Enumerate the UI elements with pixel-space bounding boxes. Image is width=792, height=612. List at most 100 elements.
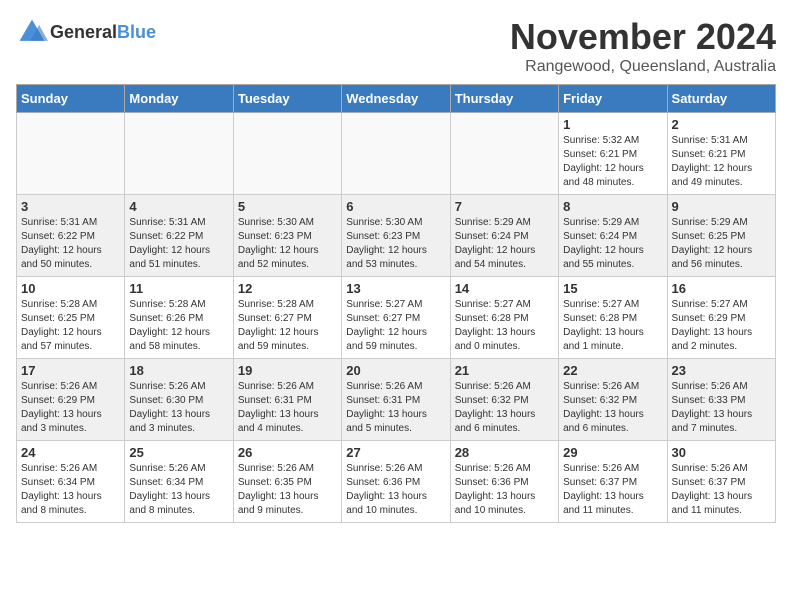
calendar-cell [233, 113, 341, 195]
day-number: 9 [672, 199, 771, 214]
day-number: 20 [346, 363, 445, 378]
day-number: 1 [563, 117, 662, 132]
day-number: 15 [563, 281, 662, 296]
day-info: Sunrise: 5:28 AM Sunset: 6:27 PM Dayligh… [238, 298, 337, 354]
day-info: Sunrise: 5:26 AM Sunset: 6:37 PM Dayligh… [563, 462, 662, 518]
day-number: 12 [238, 281, 337, 296]
header: GeneralBlue November 2024 Rangewood, Que… [16, 16, 776, 76]
day-info: Sunrise: 5:26 AM Sunset: 6:29 PM Dayligh… [21, 380, 120, 436]
day-info: Sunrise: 5:27 AM Sunset: 6:29 PM Dayligh… [672, 298, 771, 354]
calendar-cell: 14Sunrise: 5:27 AM Sunset: 6:28 PM Dayli… [450, 277, 558, 359]
calendar-cell: 12 Sunrise: 5:28 AM Sunset: 6:27 PM Dayli… [233, 277, 341, 359]
calendar-cell: 23 Sunrise: 5:26 AM Sunset: 6:33 PM Dayli… [667, 359, 775, 441]
weekday-header-sunday: Sunday [17, 85, 125, 113]
day-number: 28 [455, 445, 554, 460]
calendar-cell [17, 113, 125, 195]
day-number: 4 [129, 199, 228, 214]
day-number: 2 [672, 117, 771, 132]
day-info: Sunrise: 5:31 AM Sunset: 6:22 PM Dayligh… [21, 216, 120, 272]
location-title: Rangewood, Queensland, Australia [510, 58, 776, 76]
title-area: November 2024 Rangewood, Queensland, Aus… [510, 16, 776, 76]
calendar-cell: 28 Sunrise: 5:26 AM Sunset: 6:36 PM Dayli… [450, 441, 558, 523]
calendar-cell: 22 Sunrise: 5:26 AM Sunset: 6:32 PM Dayli… [559, 359, 667, 441]
calendar-cell [125, 113, 233, 195]
calendar-cell: 7Sunrise: 5:29 AM Sunset: 6:24 PM Daylig… [450, 195, 558, 277]
day-number: 10 [21, 281, 120, 296]
day-info: Sunrise: 5:26 AM Sunset: 6:30 PM Dayligh… [129, 380, 228, 436]
day-number: 17 [21, 363, 120, 378]
day-info: Sunrise: 5:28 AM Sunset: 6:26 PM Dayligh… [129, 298, 228, 354]
day-number: 25 [129, 445, 228, 460]
weekday-header-tuesday: Tuesday [233, 85, 341, 113]
day-info: Sunrise: 5:32 AM Sunset: 6:21 PM Dayligh… [563, 134, 662, 190]
calendar-cell: 30 Sunrise: 5:26 AM Sunset: 6:37 PM Dayli… [667, 441, 775, 523]
day-number: 5 [238, 199, 337, 214]
day-number: 13 [346, 281, 445, 296]
day-info: Sunrise: 5:26 AM Sunset: 6:34 PM Dayligh… [129, 462, 228, 518]
day-info: Sunrise: 5:26 AM Sunset: 6:35 PM Dayligh… [238, 462, 337, 518]
calendar-cell: 2 Sunrise: 5:31 AM Sunset: 6:21 PM Daylig… [667, 113, 775, 195]
month-title: November 2024 [510, 16, 776, 58]
calendar-cell: 4 Sunrise: 5:31 AM Sunset: 6:22 PM Daylig… [125, 195, 233, 277]
calendar-cell: 24 Sunrise: 5:26 AM Sunset: 6:34 PM Dayli… [17, 441, 125, 523]
day-number: 29 [563, 445, 662, 460]
day-info: Sunrise: 5:26 AM Sunset: 6:31 PM Dayligh… [346, 380, 445, 436]
day-number: 7 [455, 199, 554, 214]
calendar-cell: 8 Sunrise: 5:29 AM Sunset: 6:24 PM Daylig… [559, 195, 667, 277]
day-info: Sunrise: 5:28 AM Sunset: 6:25 PM Dayligh… [21, 298, 120, 354]
day-number: 23 [672, 363, 771, 378]
weekday-header-friday: Friday [559, 85, 667, 113]
day-info: Sunrise: 5:27 AM Sunset: 6:27 PM Dayligh… [346, 298, 445, 354]
day-number: 18 [129, 363, 228, 378]
calendar-cell: 17 Sunrise: 5:26 AM Sunset: 6:29 PM Dayli… [17, 359, 125, 441]
day-info: Sunrise: 5:29 AM Sunset: 6:25 PM Dayligh… [672, 216, 771, 272]
day-number: 6 [346, 199, 445, 214]
day-info: Sunrise: 5:26 AM Sunset: 6:33 PM Dayligh… [672, 380, 771, 436]
day-number: 21 [455, 363, 554, 378]
day-number: 27 [346, 445, 445, 460]
calendar-cell: 21 Sunrise: 5:26 AM Sunset: 6:32 PM Dayli… [450, 359, 558, 441]
day-info: Sunrise: 5:26 AM Sunset: 6:37 PM Dayligh… [672, 462, 771, 518]
calendar-cell: 27 Sunrise: 5:26 AM Sunset: 6:36 PM Dayli… [342, 441, 450, 523]
logo-blue-text: Blue [117, 22, 156, 42]
day-number: 8 [563, 199, 662, 214]
weekday-header-saturday: Saturday [667, 85, 775, 113]
day-info: Sunrise: 5:31 AM Sunset: 6:22 PM Dayligh… [129, 216, 228, 272]
day-info: Sunrise: 5:30 AM Sunset: 6:23 PM Dayligh… [346, 216, 445, 272]
calendar-cell [450, 113, 558, 195]
calendar-cell: 18 Sunrise: 5:26 AM Sunset: 6:30 PM Dayli… [125, 359, 233, 441]
calendar-cell: 10 Sunrise: 5:28 AM Sunset: 6:25 PM Dayli… [17, 277, 125, 359]
calendar-cell: 19Sunrise: 5:26 AM Sunset: 6:31 PM Dayli… [233, 359, 341, 441]
day-info: Sunrise: 5:26 AM Sunset: 6:34 PM Dayligh… [21, 462, 120, 518]
weekday-header-monday: Monday [125, 85, 233, 113]
calendar-cell: 16 Sunrise: 5:27 AM Sunset: 6:29 PM Dayli… [667, 277, 775, 359]
logo-icon [16, 16, 48, 48]
calendar-cell: 13 Sunrise: 5:27 AM Sunset: 6:27 PM Dayli… [342, 277, 450, 359]
calendar-cell: 3 Sunrise: 5:31 AM Sunset: 6:22 PM Daylig… [17, 195, 125, 277]
day-info: Sunrise: 5:29 AM Sunset: 6:24 PM Dayligh… [563, 216, 662, 272]
weekday-header-thursday: Thursday [450, 85, 558, 113]
calendar-cell: 29 Sunrise: 5:26 AM Sunset: 6:37 PM Dayli… [559, 441, 667, 523]
calendar-cell: 9 Sunrise: 5:29 AM Sunset: 6:25 PM Daylig… [667, 195, 775, 277]
calendar-cell [342, 113, 450, 195]
calendar-cell: 5Sunrise: 5:30 AM Sunset: 6:23 PM Daylig… [233, 195, 341, 277]
day-info: Sunrise: 5:26 AM Sunset: 6:36 PM Dayligh… [346, 462, 445, 518]
logo: GeneralBlue [16, 16, 156, 48]
day-number: 14 [455, 281, 554, 296]
day-number: 30 [672, 445, 771, 460]
day-number: 22 [563, 363, 662, 378]
day-info: Sunrise: 5:26 AM Sunset: 6:32 PM Dayligh… [455, 380, 554, 436]
day-info: Sunrise: 5:26 AM Sunset: 6:36 PM Dayligh… [455, 462, 554, 518]
day-number: 19 [238, 363, 337, 378]
day-number: 24 [21, 445, 120, 460]
day-info: Sunrise: 5:26 AM Sunset: 6:32 PM Dayligh… [563, 380, 662, 436]
day-number: 3 [21, 199, 120, 214]
day-number: 16 [672, 281, 771, 296]
day-info: Sunrise: 5:31 AM Sunset: 6:21 PM Dayligh… [672, 134, 771, 190]
calendar-cell: 1 Sunrise: 5:32 AM Sunset: 6:21 PM Daylig… [559, 113, 667, 195]
day-info: Sunrise: 5:27 AM Sunset: 6:28 PM Dayligh… [563, 298, 662, 354]
calendar-table: SundayMondayTuesdayWednesdayThursdayFrid… [16, 84, 776, 523]
calendar-cell: 20 Sunrise: 5:26 AM Sunset: 6:31 PM Dayli… [342, 359, 450, 441]
weekday-header-wednesday: Wednesday [342, 85, 450, 113]
day-number: 26 [238, 445, 337, 460]
